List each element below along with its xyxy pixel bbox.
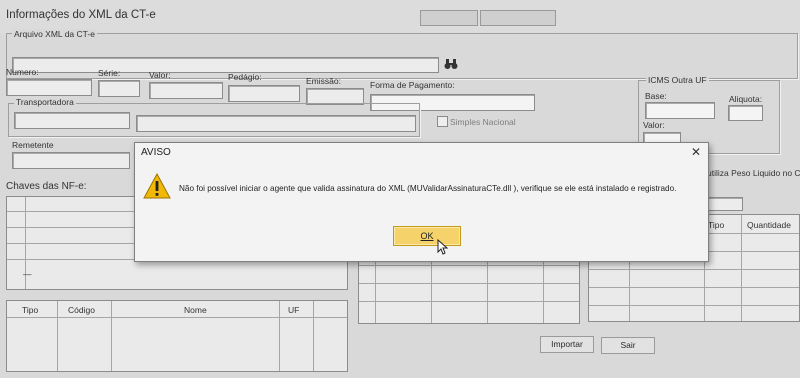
products-header-tipo: Tipo [708, 220, 725, 230]
transportadora-nome-field[interactable] [136, 115, 416, 132]
dialog-titlebar: AVISO [135, 143, 708, 163]
window-title: Informações do XML da CT-e [6, 9, 156, 21]
pedagio-label: Pedágio: [228, 72, 262, 82]
valor-field[interactable] [149, 82, 223, 99]
icms-aliquota-label: Aliquota: [729, 94, 763, 104]
mouse-cursor-icon [437, 238, 449, 255]
peso-liquido-label: utiliza Peso Liquido no CT [707, 168, 800, 178]
emissao-label: Emissão: [306, 76, 341, 86]
xml-group-label: Arquivo XML da CT-e [12, 29, 97, 39]
lower-header-nome: Nome [184, 305, 207, 315]
transportadora-label: Transportadora [14, 97, 76, 107]
icms-valor-label: Valor: [643, 120, 665, 130]
icms-aliquota-field[interactable] [728, 105, 763, 121]
dialog-message: Não foi possível iniciar o agente que va… [179, 184, 677, 193]
remetente-label: Remetente [12, 140, 54, 150]
forma-pagamento-label: Forma de Pagamento: [370, 80, 455, 90]
transportadora-cnpj-field[interactable] [14, 112, 130, 129]
chaves-label: Chaves das NF-e: [6, 181, 87, 192]
tab-2[interactable] [480, 10, 556, 26]
valor-label: Valor: [149, 70, 171, 80]
ok-button-label: OK [420, 231, 434, 241]
products-filter-field[interactable] [703, 197, 743, 211]
icms-base-field[interactable] [645, 102, 715, 119]
simples-nacional-label: Simples Nacional [450, 117, 516, 127]
remetente-field[interactable] [12, 152, 130, 169]
importar-button[interactable]: Importar [540, 336, 594, 353]
ok-button[interactable]: OK [393, 226, 461, 246]
numero-label: Numero: [6, 67, 39, 77]
dialog-title: AVISO [141, 147, 171, 158]
lower-header-codigo: Código [68, 305, 95, 315]
xml-path-field[interactable] [12, 57, 439, 73]
simples-nacional-checkbox[interactable] [437, 116, 448, 127]
pedagio-field[interactable] [228, 85, 300, 102]
aviso-dialog: AVISO ✕ Não foi possível iniciar o agent… [134, 142, 709, 262]
icms-base-label: Base: [645, 91, 667, 101]
close-icon[interactable]: ✕ [689, 145, 703, 159]
sair-button[interactable]: Sair [601, 337, 655, 354]
products-header-quantidade: Quantidade [747, 220, 791, 230]
serie-label: Série: [98, 68, 121, 78]
serie-field[interactable] [98, 80, 140, 97]
icms-title: ICMS Outra UF [646, 75, 709, 85]
chaves-dash: — [23, 269, 32, 279]
lower-header-uf: UF [288, 305, 300, 315]
tab-1[interactable] [420, 10, 478, 26]
binoculars-icon[interactable] [444, 58, 458, 70]
warning-icon [143, 172, 171, 199]
lower-header-tipo: Tipo [22, 305, 39, 315]
numero-field[interactable] [6, 79, 92, 96]
